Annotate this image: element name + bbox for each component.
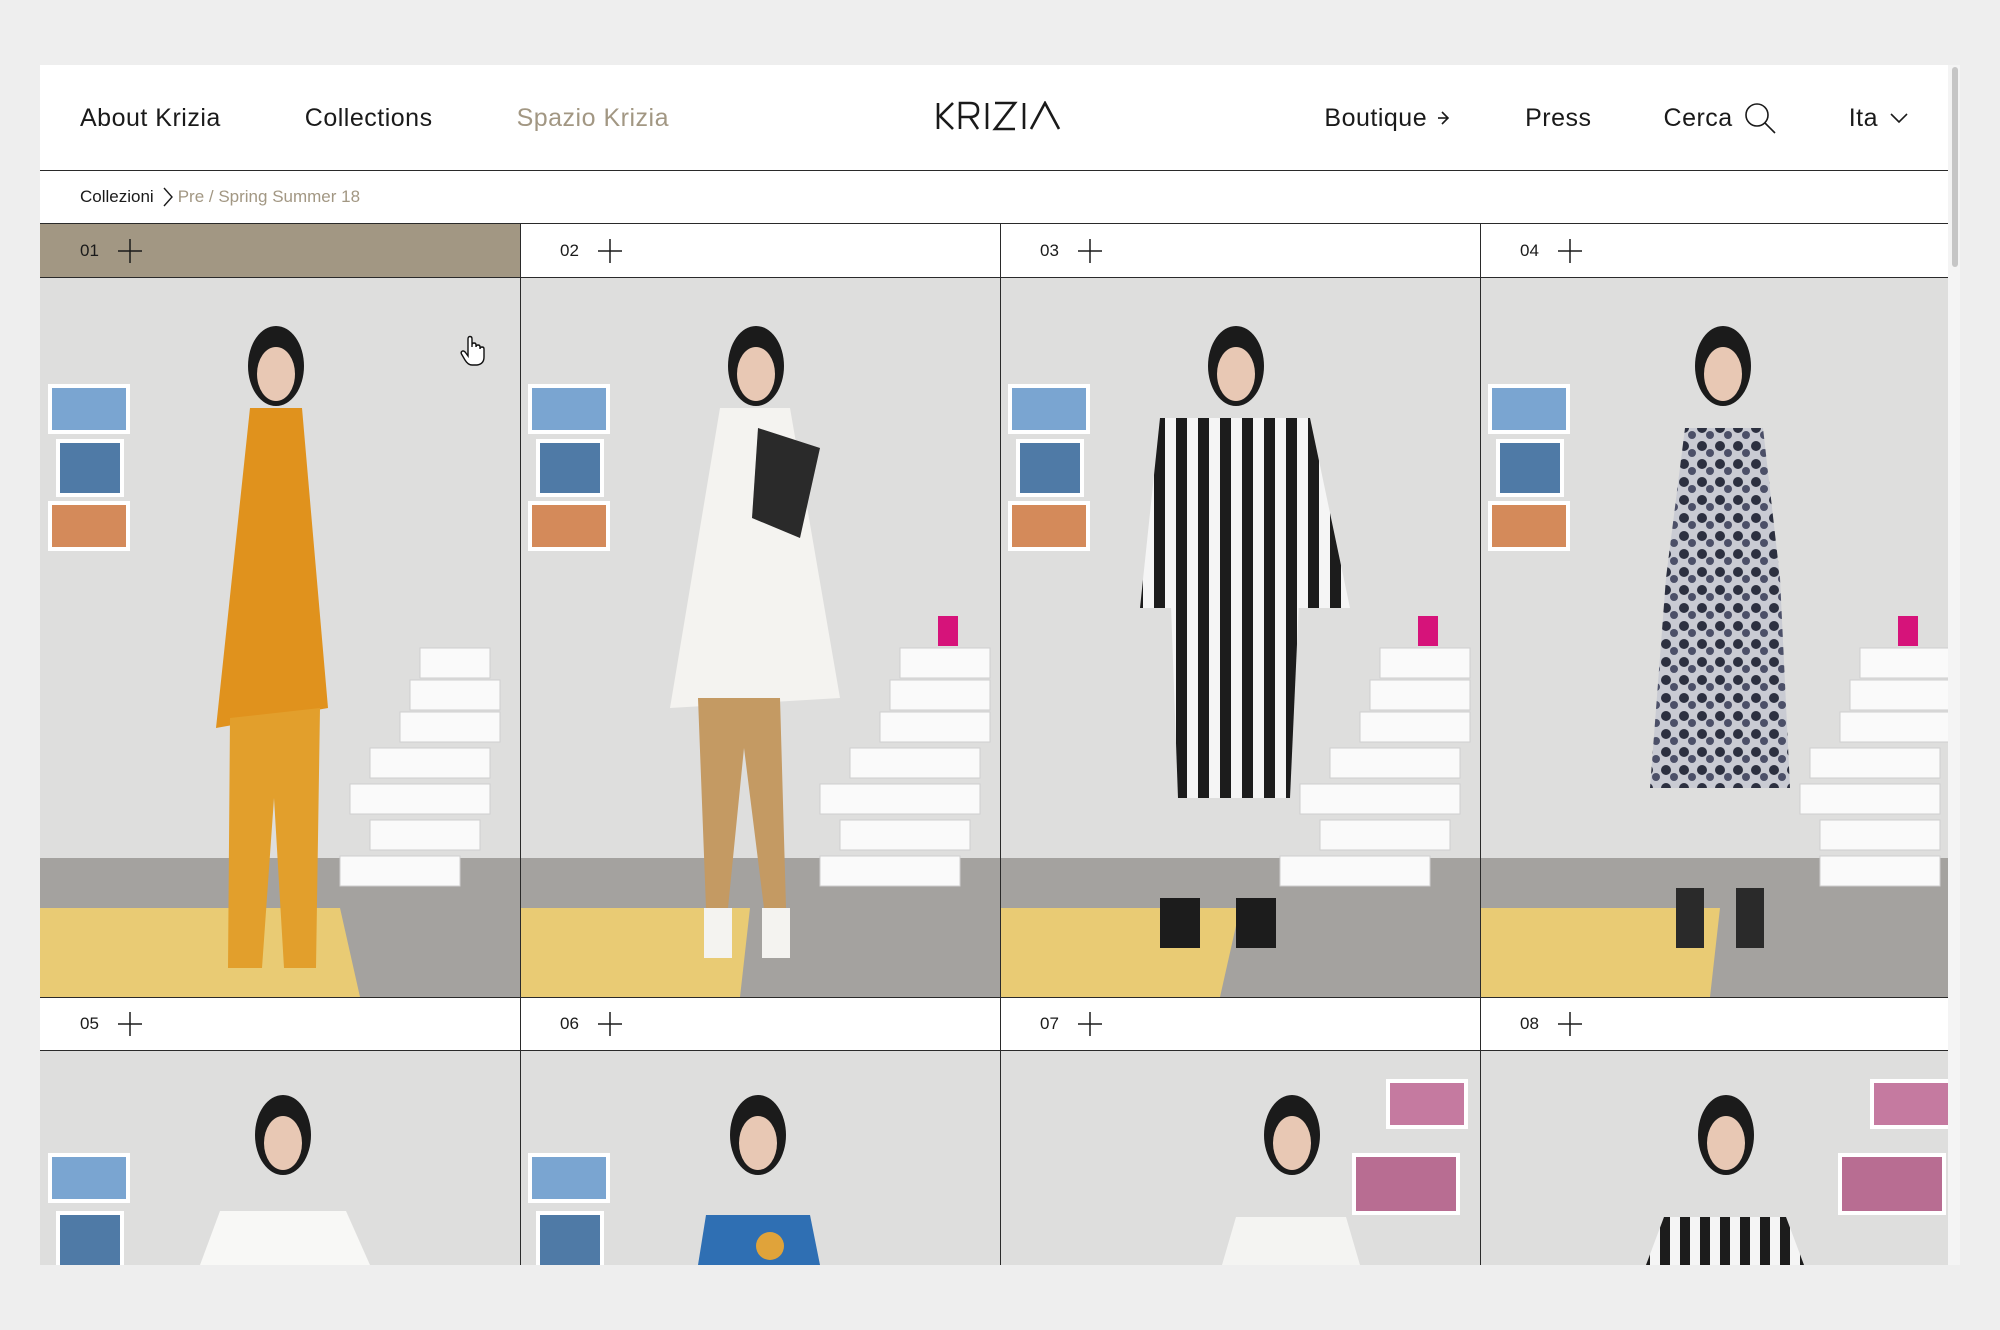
looks-row-1: 01 02 03 04 xyxy=(40,224,1960,997)
logo-text: KRIZIA xyxy=(1065,101,1066,102)
look-photo[interactable] xyxy=(1000,1051,1480,1265)
column-divider xyxy=(1000,224,1001,997)
look-photo[interactable] xyxy=(40,1051,520,1265)
look-photo[interactable] xyxy=(40,278,520,997)
arrow-right-icon xyxy=(1438,111,1450,125)
look-card[interactable]: 02 xyxy=(520,224,1000,997)
column-divider xyxy=(1480,997,1481,1265)
nav-spazio-krizia[interactable]: Spazio Krizia xyxy=(517,104,669,133)
site-header: About Krizia Collections Spazio Krizia K… xyxy=(40,65,1948,171)
nav-about-krizia[interactable]: About Krizia xyxy=(80,104,221,133)
look-number: 01 xyxy=(80,240,99,260)
krizia-logo[interactable]: KRIZIA xyxy=(935,100,1066,131)
breadcrumb: Collezioni Pre / Spring Summer 18 xyxy=(40,171,1948,224)
boutique-label: Boutique xyxy=(1324,103,1428,132)
look-card[interactable]: 06 xyxy=(520,997,1000,1265)
look-card[interactable]: 01 xyxy=(40,224,520,997)
look-header[interactable]: 07 xyxy=(1000,997,1480,1051)
language-selector[interactable]: Ita xyxy=(1849,104,1910,133)
look-photo[interactable] xyxy=(1480,278,1960,997)
look-photo[interactable] xyxy=(520,1051,1000,1265)
column-divider xyxy=(520,224,521,997)
hand-pointer-cursor-icon xyxy=(460,335,486,372)
look-header[interactable]: 02 xyxy=(520,224,1000,278)
look-header[interactable]: 08 xyxy=(1480,997,1960,1051)
krizia-logo-mark xyxy=(936,100,1061,131)
browser-page: About Krizia Collections Spazio Krizia K… xyxy=(40,65,1960,1265)
plus-icon[interactable] xyxy=(117,238,143,264)
look-header[interactable]: 06 xyxy=(520,997,1000,1051)
press-link[interactable]: Press xyxy=(1525,104,1591,133)
look-number: 04 xyxy=(1520,240,1539,260)
column-divider xyxy=(1000,997,1001,1265)
look-card[interactable]: 07 xyxy=(1000,997,1480,1265)
look-number: 08 xyxy=(1520,1013,1539,1033)
look-header[interactable]: 03 xyxy=(1000,224,1480,278)
scrollbar-thumb[interactable] xyxy=(1952,67,1958,267)
plus-icon[interactable] xyxy=(597,1011,623,1037)
look-header[interactable]: 05 xyxy=(40,997,520,1051)
column-divider xyxy=(1480,224,1481,997)
search-icon xyxy=(1744,103,1776,134)
plus-icon[interactable] xyxy=(597,238,623,264)
breadcrumb-current[interactable]: Pre / Spring Summer 18 xyxy=(178,187,360,207)
look-card[interactable]: 05 xyxy=(40,997,520,1265)
looks-grid: 01 02 03 04 05 06 07 08 xyxy=(40,224,1960,1265)
language-label: Ita xyxy=(1848,103,1878,132)
utility-nav: Boutique Press Cerca Ita xyxy=(1324,65,1910,171)
look-card[interactable]: 04 xyxy=(1480,224,1960,997)
nav-collections[interactable]: Collections xyxy=(305,104,433,133)
search-button[interactable]: Cerca xyxy=(1664,101,1777,135)
look-header[interactable]: 04 xyxy=(1480,224,1960,278)
plus-icon[interactable] xyxy=(1557,1011,1583,1037)
press-label: Press xyxy=(1525,103,1592,132)
look-number: 02 xyxy=(560,240,579,260)
plus-icon[interactable] xyxy=(1557,238,1583,264)
breadcrumb-collezioni[interactable]: Collezioni xyxy=(80,187,154,207)
look-number: 05 xyxy=(80,1013,99,1033)
plus-icon[interactable] xyxy=(1077,238,1103,264)
look-photo[interactable] xyxy=(520,278,1000,997)
look-photo[interactable] xyxy=(1480,1051,1960,1265)
look-number: 03 xyxy=(1040,240,1059,260)
look-header[interactable]: 01 xyxy=(40,224,520,278)
vertical-scrollbar[interactable] xyxy=(1948,65,1960,1265)
look-card[interactable]: 03 xyxy=(1000,224,1480,997)
plus-icon[interactable] xyxy=(1077,1011,1103,1037)
boutique-link[interactable]: Boutique xyxy=(1324,104,1453,133)
chevron-down-icon xyxy=(1890,113,1908,124)
column-divider xyxy=(520,997,521,1265)
look-photo[interactable] xyxy=(1000,278,1480,997)
search-label: Cerca xyxy=(1663,103,1733,132)
looks-row-2: 05 06 07 08 xyxy=(40,997,1960,1265)
look-card[interactable]: 08 xyxy=(1480,997,1960,1265)
main-nav: About Krizia Collections Spazio Krizia xyxy=(80,65,753,171)
plus-icon[interactable] xyxy=(117,1011,143,1037)
look-number: 06 xyxy=(560,1013,579,1033)
chevron-right-icon xyxy=(162,186,174,208)
look-number: 07 xyxy=(1040,1013,1059,1033)
